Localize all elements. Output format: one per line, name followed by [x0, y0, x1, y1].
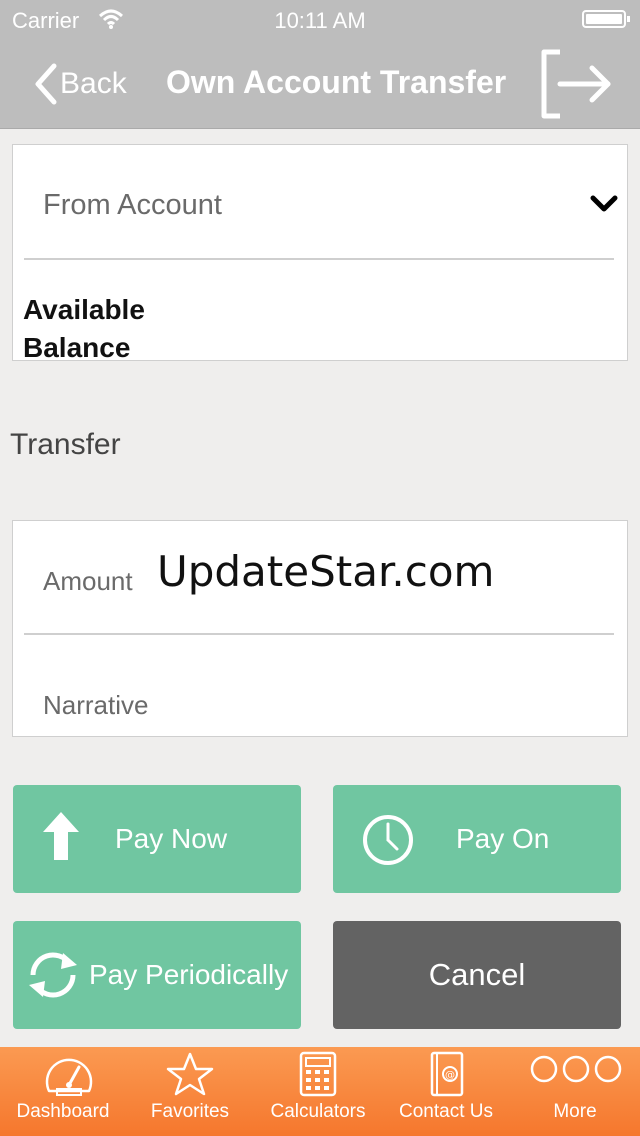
pay-periodically-label: Pay Periodically	[89, 959, 289, 990]
tab-contact-us[interactable]: @ Contact Us	[382, 1047, 510, 1136]
cancel-label: Cancel	[428, 957, 526, 992]
narrative-input[interactable]	[43, 685, 603, 725]
tab-dashboard-label: Dashboard	[16, 1101, 110, 1122]
pay-now-label: Pay Now	[115, 823, 228, 854]
more-icon	[530, 1055, 622, 1083]
pay-periodically-button[interactable]: Pay Periodically	[13, 921, 301, 1029]
dashboard-icon	[45, 1058, 93, 1096]
transfer-section-label: Transfer	[10, 428, 121, 461]
tab-calculators-label: Calculators	[270, 1101, 366, 1122]
battery-icon	[582, 10, 630, 28]
tab-contact-us-label: Contact Us	[399, 1101, 493, 1122]
contact-book-icon: @	[430, 1051, 464, 1097]
transfer-details-card: Amount	[12, 520, 628, 737]
pay-on-button[interactable]: Pay On	[333, 785, 621, 893]
tab-favorites-label: Favorites	[150, 1101, 230, 1122]
tab-favorites[interactable]: Favorites	[126, 1047, 254, 1136]
from-account-card: From Account Available Balance	[12, 144, 628, 363]
status-bar: Carrier 10:11 AM	[0, 0, 640, 40]
page-title: Own Account Transfer	[166, 64, 507, 100]
calculator-icon	[299, 1051, 337, 1097]
svg-text:@: @	[445, 1070, 455, 1081]
from-account-select[interactable]: From Account	[43, 189, 222, 222]
tab-calculators[interactable]: Calculators	[254, 1047, 382, 1136]
star-icon	[166, 1052, 214, 1096]
tab-dashboard[interactable]: Dashboard	[0, 1047, 126, 1136]
amount-label: Amount	[43, 566, 133, 596]
status-time: 10:11 AM	[274, 8, 366, 33]
cancel-button[interactable]: Cancel	[333, 921, 621, 1029]
pay-on-label: Pay On	[456, 823, 550, 854]
refresh-icon	[29, 952, 77, 998]
logout-icon[interactable]	[538, 46, 616, 122]
tab-more[interactable]: More	[510, 1047, 640, 1136]
pay-now-button[interactable]: Pay Now	[13, 785, 301, 893]
navigation-bar: Back Own Account Transfer	[0, 40, 640, 129]
clock-icon	[363, 815, 413, 865]
tab-bar: Dashboard Favorites Calculators @ Contac…	[0, 1047, 640, 1136]
tab-more-label: More	[553, 1101, 597, 1122]
divider	[24, 258, 614, 260]
chevron-down-icon[interactable]	[589, 189, 619, 219]
amount-input[interactable]	[157, 541, 597, 601]
back-button-label: Back	[60, 67, 127, 100]
arrow-up-icon	[43, 812, 79, 860]
divider	[24, 633, 614, 635]
available-balance-label: Available Balance	[23, 294, 145, 363]
back-button[interactable]: Back	[30, 60, 127, 108]
